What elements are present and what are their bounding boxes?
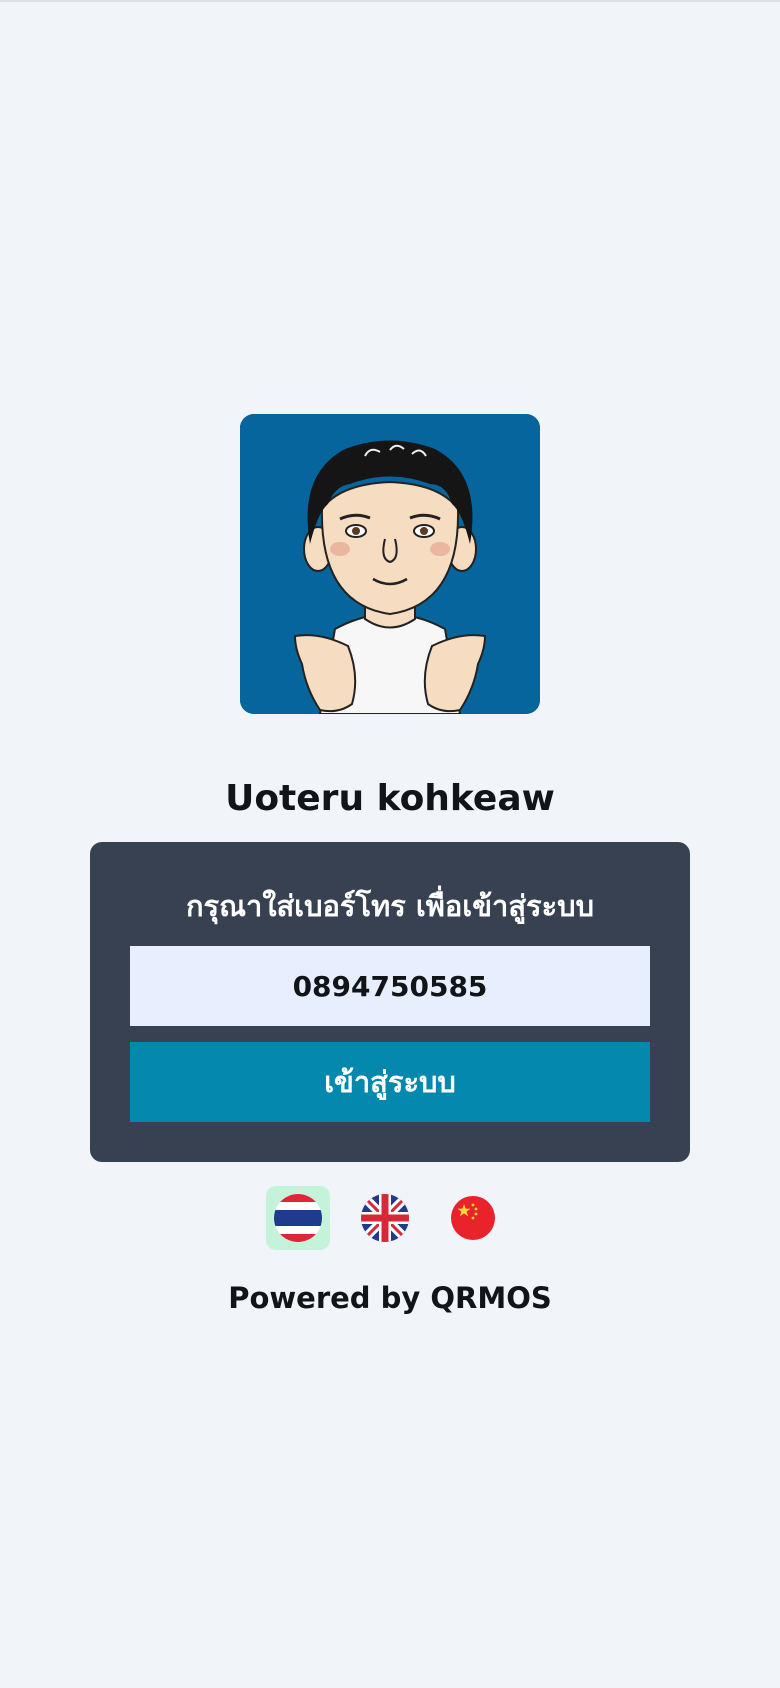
shop-logo [240,414,540,714]
powered-by-footer: Powered by QRMOS [228,1281,552,1315]
login-button[interactable]: เข้าสู่ระบบ [130,1042,650,1122]
language-selector [0,1186,780,1250]
language-option-en[interactable] [353,1186,417,1250]
phone-input[interactable] [130,946,650,1026]
shop-logo-image [240,414,540,714]
login-card: กรุณาใส่เบอร์โทร เพื่อเข้าสู่ระบบ เข้าสู… [90,842,690,1162]
login-title: กรุณาใส่เบอร์โทร เพื่อเข้าสู่ระบบ [186,889,594,923]
shop-name: Uoteru kohkeaw [225,778,555,819]
language-option-th[interactable] [266,1186,330,1250]
china-flag-icon [451,1196,495,1240]
uk-flag-icon [361,1194,409,1242]
thailand-flag-icon [274,1194,322,1242]
language-option-zh[interactable] [441,1186,505,1250]
